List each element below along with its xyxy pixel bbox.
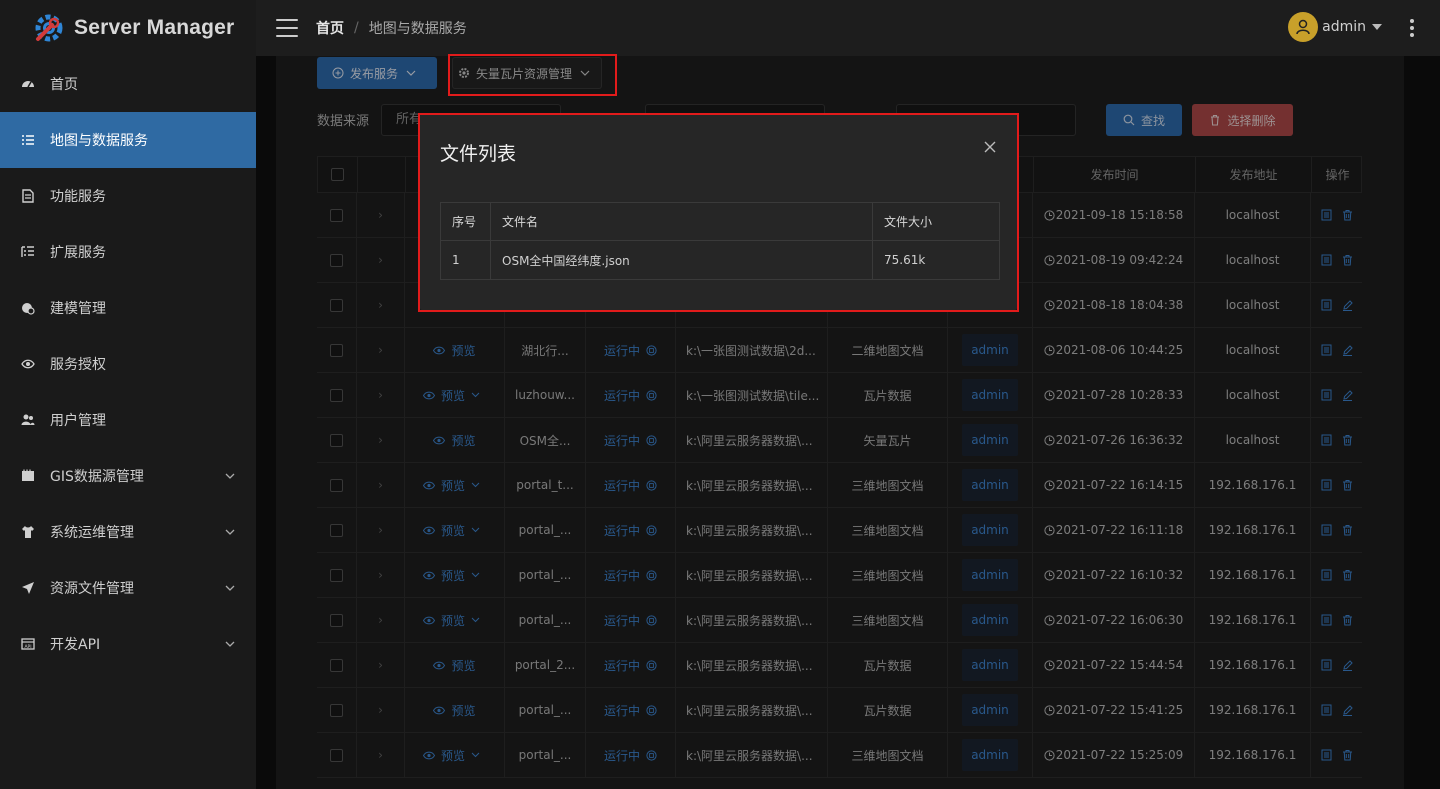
chevron-down-icon <box>225 641 235 647</box>
sidebar-item-6[interactable]: 用户管理 <box>0 392 256 448</box>
highlight-file-list-dialog <box>418 113 1019 312</box>
sidebar-item-2[interactable]: 功能服务 <box>0 168 256 224</box>
eye-icon <box>20 356 36 372</box>
database-icon <box>20 468 36 484</box>
send-icon <box>20 580 36 596</box>
shirt-icon <box>20 524 36 540</box>
breadcrumb-current: 地图与数据服务 <box>368 21 467 37</box>
chevron-down-icon <box>225 585 235 591</box>
breadcrumb-home[interactable]: 首页 <box>316 18 344 38</box>
sidebar-item-4[interactable]: 建模管理 <box>0 280 256 336</box>
sidebar-item-label: 地图与数据服务 <box>50 133 148 149</box>
caret-down-icon <box>1372 24 1382 30</box>
highlight-vector-tile-button <box>448 54 617 96</box>
sidebar-item-7[interactable]: GIS数据源管理 <box>0 448 256 504</box>
sidebar-item-label: 用户管理 <box>50 413 106 429</box>
list-icon <box>20 132 36 148</box>
sidebar-item-label: 服务授权 <box>50 357 106 373</box>
app-root: Server Manager 首页 地图与数据服务 功能服务 扩展服务 建模管理 服务授权… <box>0 0 1440 789</box>
sidebar-item-label: 系统运维管理 <box>50 525 134 541</box>
sidebar-item-label: 扩展服务 <box>50 245 106 261</box>
sidebar-item-5[interactable]: 服务授权 <box>0 336 256 392</box>
brand-name: Server Manager <box>74 16 235 39</box>
sidebar-item-label: 建模管理 <box>50 301 106 317</box>
users-icon <box>20 412 36 428</box>
top-header: 首页 / 地图与数据服务 admin <box>256 0 1440 56</box>
sidebar-item-9[interactable]: 资源文件管理 <box>0 560 256 616</box>
brand[interactable]: Server Manager <box>0 0 256 56</box>
gear-wrench-logo-icon <box>35 14 63 42</box>
sidebar: Server Manager 首页地图与数据服务 功能服务扩展服务建模管理服务授权… <box>0 0 256 789</box>
hamburger-menu-icon[interactable] <box>276 19 298 37</box>
outline-icon <box>20 244 36 260</box>
chevron-down-icon <box>225 529 235 535</box>
sidebar-item-3[interactable]: 扩展服务 <box>0 224 256 280</box>
sidebar-item-label: 资源文件管理 <box>50 581 134 597</box>
sidebar-item-label: 首页 <box>50 77 78 93</box>
sidebar-item-8[interactable]: 系统运维管理 <box>0 504 256 560</box>
sidebar-nav: 首页地图与数据服务 功能服务扩展服务建模管理服务授权用户管理 GIS数据源管理 系统运… <box>0 56 256 672</box>
username: admin <box>1322 19 1366 35</box>
api-icon: API <box>20 636 36 652</box>
svg-text:API: API <box>24 644 31 650</box>
user-menu[interactable]: admin <box>1288 12 1382 42</box>
document-icon <box>20 188 36 204</box>
sidebar-item-10[interactable]: API 开发API <box>0 616 256 672</box>
sidebar-item-label: 开发API <box>50 637 101 653</box>
user-icon <box>1296 19 1310 35</box>
sidebar-item-1[interactable]: 地图与数据服务 <box>0 112 256 168</box>
avatar <box>1288 12 1319 42</box>
chevron-down-icon <box>225 473 235 479</box>
breadcrumb-separator: / <box>354 20 359 36</box>
sidebar-item-label: 功能服务 <box>50 189 106 205</box>
sidebar-item-label: GIS数据源管理 <box>50 469 144 485</box>
cube-icon <box>20 300 36 316</box>
sidebar-item-0[interactable]: 首页 <box>0 56 256 112</box>
more-vertical-icon[interactable] <box>1410 19 1414 37</box>
dashboard-icon <box>20 76 36 92</box>
